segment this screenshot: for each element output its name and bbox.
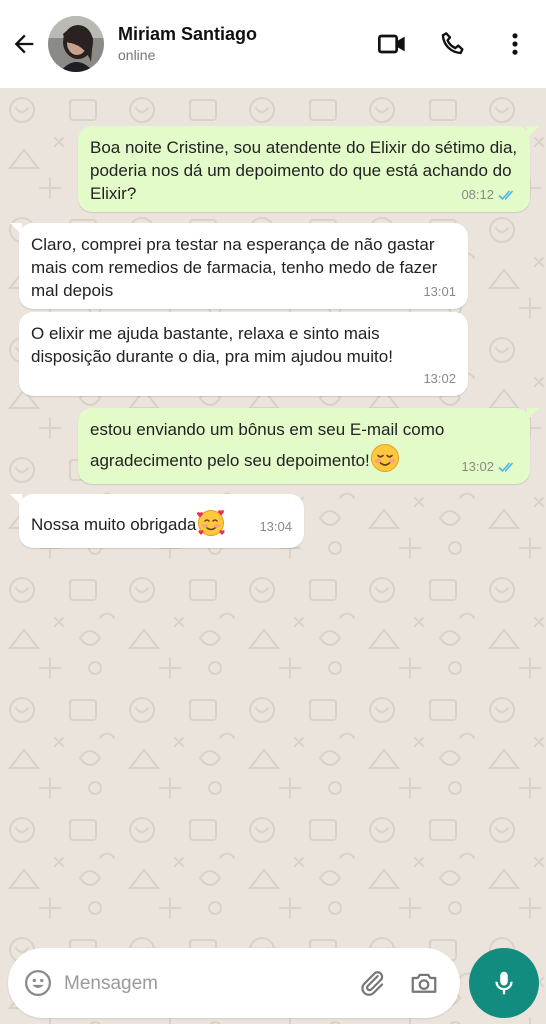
message-time: 13:04 [259, 519, 292, 534]
phone-icon [441, 32, 464, 55]
bubble-tail [10, 223, 22, 235]
back-button[interactable] [6, 26, 42, 62]
emoji-icon [25, 970, 51, 996]
message-bubble-outgoing[interactable]: Boa noite Cristine, sou atendente do Eli… [78, 126, 539, 212]
relaxed-face-icon [370, 444, 399, 472]
bubble-tail [527, 408, 539, 420]
message-meta: 13:04 [259, 515, 292, 538]
more-vertical-icon [512, 33, 518, 55]
arrow-left-icon [14, 34, 34, 54]
video-call-button[interactable] [374, 26, 410, 62]
message-composer [8, 948, 460, 1018]
message-meta: 13:02 [461, 455, 518, 478]
double-check-icon [498, 189, 514, 200]
camera-button[interactable] [406, 965, 442, 1001]
message-text-line: estou enviando um bônus em seu E-mail co… [90, 416, 518, 474]
voice-call-button[interactable] [435, 26, 471, 62]
bubble-tail [527, 126, 539, 138]
smiling-hearts-emoji [196, 507, 226, 537]
message-text: Nossa muito obrigada [31, 515, 197, 534]
message-bubble-incoming[interactable]: O elixir me ajuda bastante, relaxa e sin… [19, 312, 468, 396]
microphone-icon [495, 971, 513, 995]
message-bubble-outgoing[interactable]: estou enviando um bônus em seu E-mail co… [78, 408, 539, 484]
message-bubble-incoming[interactable]: Claro, comprei pra testar na esperança d… [10, 223, 468, 309]
voice-message-button[interactable] [469, 948, 539, 1018]
double-check-icon [498, 461, 514, 472]
message-meta: 13:01 [423, 280, 456, 303]
avatar[interactable] [48, 16, 104, 72]
message-text-line: Nossa muito obrigada [31, 507, 292, 537]
attach-button[interactable] [354, 965, 390, 1001]
message-text: Claro, comprei pra testar na esperança d… [31, 235, 438, 300]
contact-name[interactable]: Miriam Santiago [118, 24, 257, 45]
message-time: 13:02 [461, 459, 494, 474]
avatar-image [48, 16, 104, 72]
message-bubble-incoming[interactable]: Nossa muito obrigada 13:04 [10, 494, 304, 548]
message-meta: 08:12 [461, 183, 518, 206]
paperclip-icon [361, 971, 384, 996]
smiling-emoji [370, 443, 400, 473]
message-meta: 13:02 [423, 367, 456, 390]
message-time: 13:02 [423, 371, 456, 386]
camera-icon [411, 973, 437, 993]
message-text: Boa noite Cristine, sou atendente do Eli… [90, 138, 518, 203]
emoji-button[interactable] [20, 965, 56, 1001]
message-time: 13:01 [423, 284, 456, 299]
smiling-face-with-hearts-icon [197, 510, 225, 536]
menu-button[interactable] [497, 26, 533, 62]
message-time: 08:12 [461, 187, 494, 202]
contact-status: online [118, 47, 156, 63]
video-call-icon [378, 34, 405, 54]
bubble-tail [10, 494, 22, 506]
message-text: O elixir me ajuda bastante, relaxa e sin… [31, 324, 393, 366]
message-input[interactable] [62, 966, 346, 1002]
chat-header: Miriam Santiago online [0, 0, 546, 88]
